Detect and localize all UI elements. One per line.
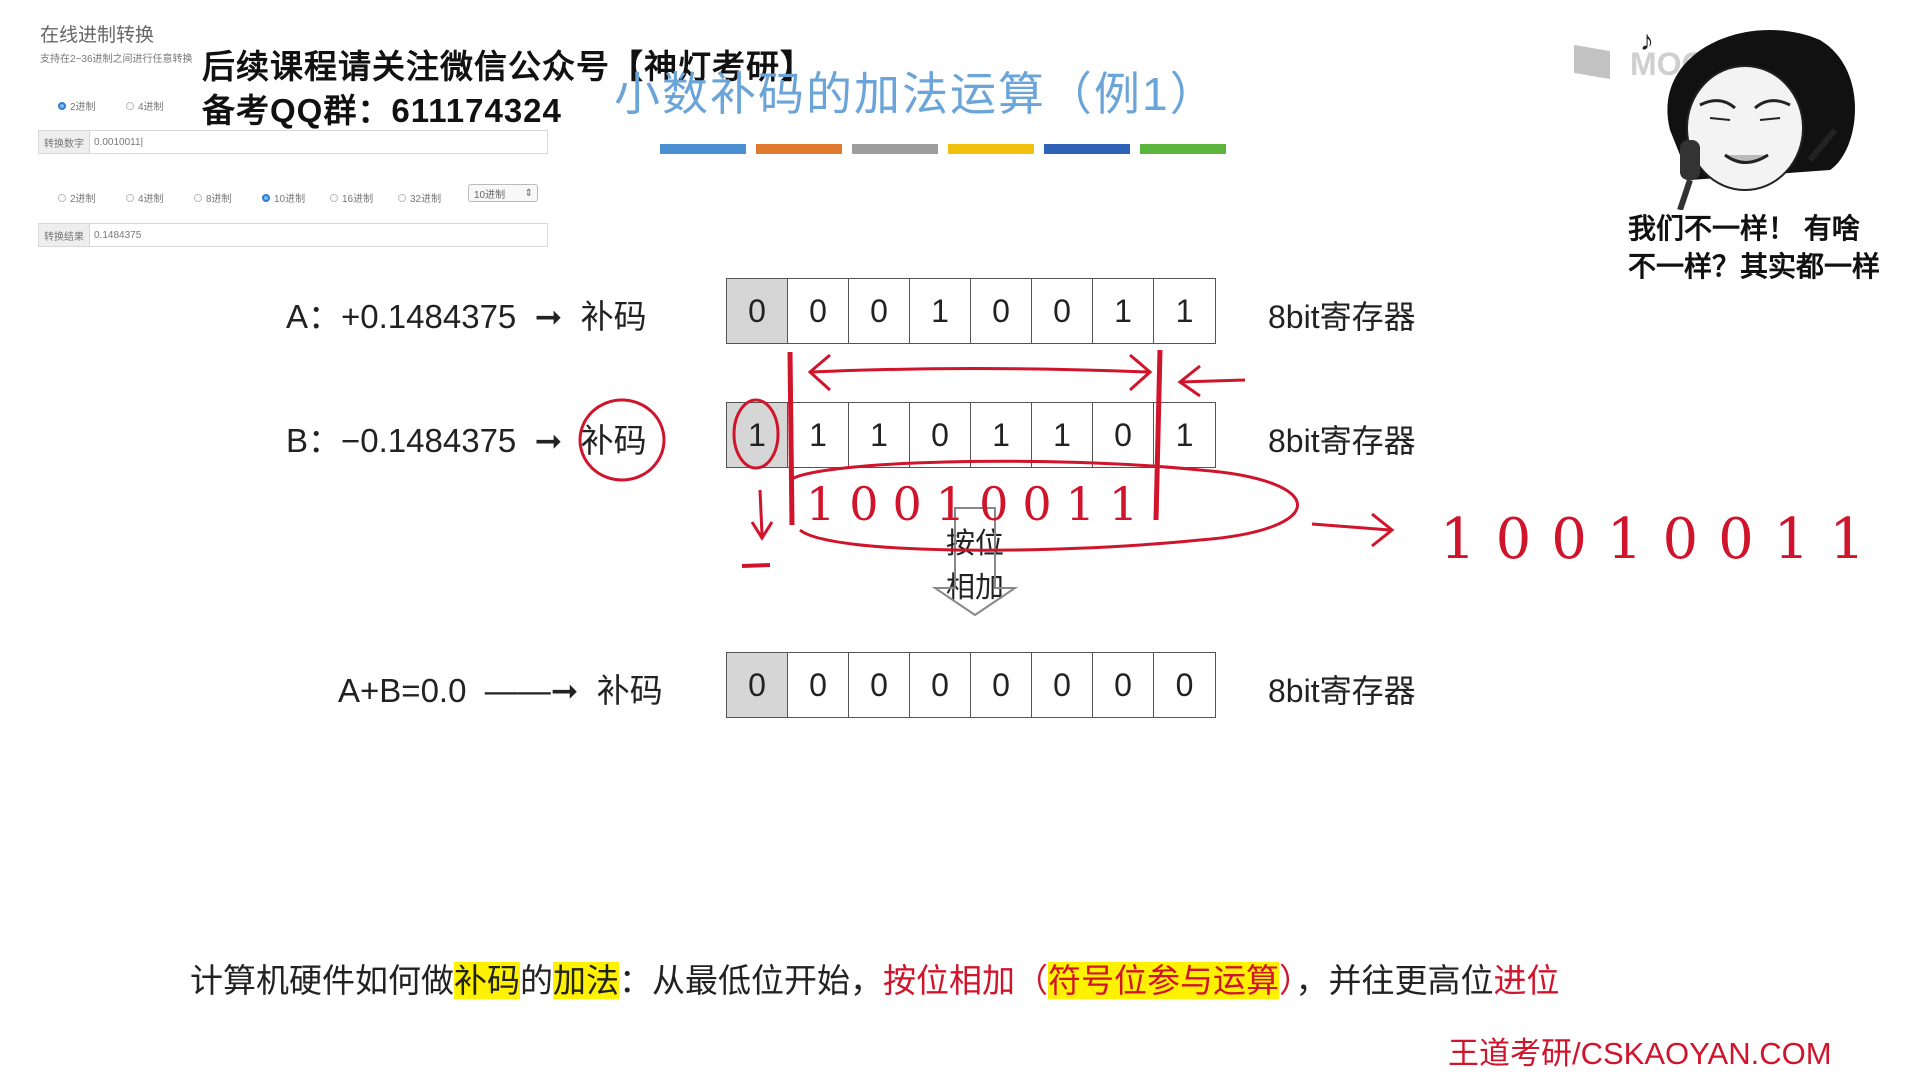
- register-sum-name: 8bit寄存器: [1268, 673, 1416, 709]
- note-carry: 进位: [1493, 962, 1560, 999]
- explanation-note: 计算机硬件如何做补码的加法：从最低位开始，按位相加（符号位参与运算），并往更高位…: [190, 954, 1560, 1002]
- register-sum-bit: 0: [727, 653, 788, 717]
- register-b-bit: 1: [849, 403, 910, 467]
- input-number-field[interactable]: 转换数字 0.0010011|: [38, 130, 548, 154]
- row-a-value: A：+0.1484375: [286, 298, 517, 335]
- register-b-bit: 1: [971, 403, 1032, 467]
- register-a-bit: 0: [788, 279, 849, 343]
- right-arrow-icon: ➞: [525, 298, 572, 335]
- register-a-bit: 1: [910, 279, 971, 343]
- input-radio-2[interactable]: 2进制: [58, 98, 126, 113]
- input-radio-4[interactable]: 4进制: [126, 98, 194, 113]
- converter-title: 在线进制转换: [40, 25, 155, 46]
- meme-caption-line-2: 不一样？其实都一样: [1628, 251, 1881, 282]
- row-sum-target: 补码: [596, 672, 663, 709]
- register-b-bit: 1: [1154, 403, 1215, 467]
- output-base-select[interactable]: 10进制 ⇕: [468, 184, 538, 202]
- long-right-arrow-icon: ——➞: [475, 672, 588, 709]
- register-a-bit: 1: [1093, 279, 1154, 343]
- note-part: 的: [520, 962, 553, 999]
- credit-footer: 王道考研/CSKAOYAN.COM: [1448, 1036, 1832, 1071]
- input-base-radios: 2进制 4进制: [58, 98, 194, 113]
- input-number-value[interactable]: 0.0010011|: [90, 131, 143, 153]
- result-field[interactable]: 转换结果 0.1484375: [38, 223, 548, 247]
- stripe-yellow: [948, 144, 1034, 154]
- watermark-line-2: 备考QQ群：611174324: [202, 92, 562, 129]
- register-a-bit: 0: [971, 279, 1032, 343]
- stripe-orange: [756, 144, 842, 154]
- input-number-label: 转换数字: [39, 131, 90, 153]
- register-sum: 0 0 0 0 0 0 0 0: [726, 652, 1216, 718]
- register-b-bit: 0: [910, 403, 971, 467]
- meme-caption-line-1: 我们不一样！ 有啥: [1628, 213, 1860, 244]
- bitwise-add-line-2: 相加: [945, 572, 1004, 604]
- stripe-green: [1140, 144, 1226, 154]
- mooc-logo-icon: [1574, 44, 1610, 80]
- register-b-bit: 1: [727, 403, 788, 467]
- row-sum-label: A+B=0.0 ——➞ 补码: [338, 664, 663, 712]
- result-label: 转换结果: [39, 224, 90, 246]
- note-paren: ）: [1279, 962, 1296, 999]
- converter-subtitle: 支持在2~36进制之间进行任意转换: [40, 54, 193, 65]
- row-a-target: 补码: [580, 298, 647, 335]
- note-bitwise-add: 按位相加（: [883, 962, 1048, 999]
- note-part: ：从最低位开始，: [619, 962, 883, 999]
- output-radio-10[interactable]: 10进制: [262, 190, 330, 205]
- output-radio-4[interactable]: 4进制: [126, 190, 194, 205]
- register-sum-bit: 0: [971, 653, 1032, 717]
- register-b-bit: 1: [1032, 403, 1093, 467]
- note-highlight-complement: 补码: [454, 962, 520, 999]
- register-sum-bit: 0: [910, 653, 971, 717]
- output-radio-32[interactable]: 32进制: [398, 190, 466, 205]
- title-color-stripes: [660, 144, 1226, 154]
- register-a-bit: 1: [1154, 279, 1215, 343]
- meme-face-image: ♪: [1640, 25, 1855, 210]
- stripe-gray: [852, 144, 938, 154]
- bitwise-add-line-1: 按位: [945, 528, 1004, 560]
- register-a-bit: 0: [727, 279, 788, 343]
- stripe-blue: [660, 144, 746, 154]
- meme-caption: 我们不一样！ 有啥 不一样？其实都一样: [1628, 210, 1880, 286]
- right-arrow-icon: ➞: [525, 422, 572, 459]
- register-b-name: 8bit寄存器: [1268, 423, 1416, 459]
- register-sum-bit: 0: [1032, 653, 1093, 717]
- register-a-name: 8bit寄存器: [1268, 299, 1416, 335]
- register-a-bit: 0: [1032, 279, 1093, 343]
- output-radio-16[interactable]: 16进制: [330, 190, 398, 205]
- row-b-value: B：−0.1484375: [286, 422, 517, 459]
- output-radio-2[interactable]: 2进制: [58, 190, 126, 205]
- register-a-bit: 0: [849, 279, 910, 343]
- register-sum-bit: 0: [1154, 653, 1215, 717]
- row-sum-value: A+B=0.0: [338, 672, 467, 709]
- output-base-radios: 2进制 4进制 8进制 10进制 16进制 32进制: [58, 190, 466, 205]
- svg-text:♪: ♪: [1640, 25, 1654, 56]
- note-highlight-addition: 加法: [553, 962, 619, 999]
- slide-title: 小数补码的加法运算（例1）: [614, 68, 1218, 120]
- output-radio-8[interactable]: 8进制: [194, 190, 262, 205]
- register-b-bit: 1: [788, 403, 849, 467]
- video-frame: 在线进制转换 支持在2~36进制之间进行任意转换 2进制 4进制 转换数字 0.…: [0, 0, 1920, 1079]
- register-sum-bit: 0: [1093, 653, 1154, 717]
- handwritten-result-bits: 10010011: [1440, 507, 1885, 572]
- result-value: 0.1484375: [94, 229, 142, 241]
- row-b-label: B：−0.1484375 ➞ 补码: [286, 414, 647, 462]
- register-b-bit: 0: [1093, 403, 1154, 467]
- note-part: 计算机硬件如何做: [190, 962, 454, 999]
- register-a: 0 0 0 1 0 0 1 1: [726, 278, 1216, 344]
- note-sign-bit: 符号位参与运算: [1048, 962, 1279, 999]
- register-sum-bit: 0: [849, 653, 910, 717]
- row-b-target: 补码: [580, 422, 647, 459]
- register-b: 1 1 1 0 1 1 0 1: [726, 402, 1216, 468]
- note-part: ，并往更高位: [1295, 962, 1494, 999]
- bitwise-add-label: 按位 相加: [940, 522, 1010, 610]
- row-a-label: A：+0.1484375 ➞ 补码: [286, 290, 647, 338]
- stripe-navy: [1044, 144, 1130, 154]
- register-sum-bit: 0: [788, 653, 849, 717]
